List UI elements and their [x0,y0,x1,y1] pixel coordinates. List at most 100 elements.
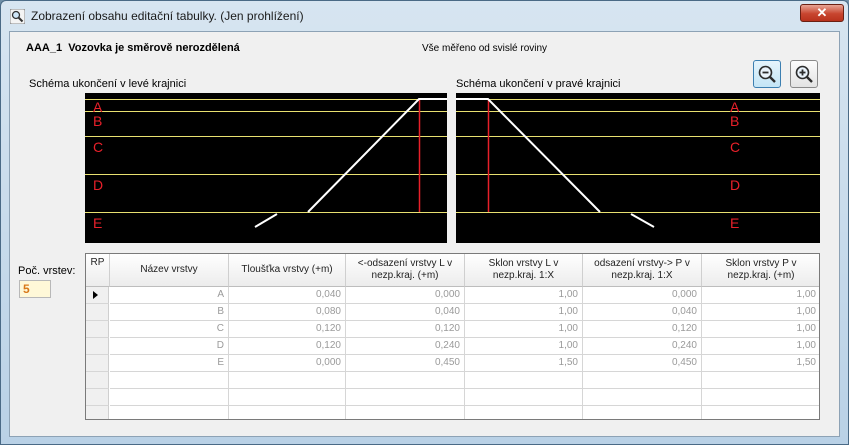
slope-line [456,98,601,213]
table-cell[interactable]: 0,120 [346,321,465,338]
column-header-offset-right[interactable]: odsazení vrstvy-> P v nezp.kraj. 1:X [583,254,702,287]
empty-cell[interactable] [465,406,583,419]
slope-line-lower [630,213,655,228]
zoom-in-button[interactable] [790,60,818,88]
table-cell[interactable]: 0,120 [229,321,346,338]
layer-count-field[interactable]: 5 [19,280,51,298]
table-cell[interactable]: E [110,355,229,372]
table-cell[interactable]: 1,00 [702,304,819,321]
layer-letter-e: E [730,215,740,231]
column-header-slope-left[interactable]: Sklon vrstvy L v nezp.kraj. 1:X [465,254,583,287]
measurement-note: Vše měřeno od svislé roviny [422,43,548,54]
layer-letter-a: A [730,99,740,115]
dialog-window: Zobrazení obsahu editační tabulky. (Jen … [0,0,849,445]
table-cell[interactable]: 0,080 [229,304,346,321]
title-bar[interactable]: Zobrazení obsahu editační tabulky. (Jen … [1,1,848,30]
current-row-arrow-icon [93,291,98,299]
empty-cell[interactable] [229,406,346,419]
empty-cell[interactable] [583,372,702,389]
table-cell[interactable]: 0,120 [583,321,702,338]
left-schema-label: Schéma ukončení v levé krajnici [29,78,187,90]
empty-cell[interactable] [110,406,229,419]
table-cell[interactable]: 0,040 [346,304,465,321]
column-header-offset-left[interactable]: <-odsazení vrstvy L v nezp.kraj. (+m) [346,254,465,287]
row-header[interactable] [86,287,109,304]
row-header[interactable] [86,338,109,355]
column-header-name[interactable]: Název vrstvy [110,254,229,287]
magnifier-icon [10,9,25,24]
zoom-out-icon [758,65,776,83]
zoom-out-button[interactable] [753,60,781,88]
table-cell[interactable]: 0,450 [583,355,702,372]
table-heading: AAA_1 Vozovka je směrově nerozdělená [26,42,240,54]
table-cell[interactable]: 0,000 [229,355,346,372]
row-header[interactable] [86,355,109,372]
row-header[interactable] [86,304,109,321]
table-cell[interactable]: 1,50 [702,355,819,372]
empty-cell[interactable] [346,389,465,406]
layer-letter-c: C [730,139,741,155]
empty-cell[interactable] [346,372,465,389]
table-cell[interactable]: 1,00 [702,321,819,338]
right-schema-label: Schéma ukončení v pravé krajnici [456,78,621,90]
empty-cell[interactable] [229,389,346,406]
layer-letter-b: B [93,113,103,129]
empty-cell[interactable] [583,389,702,406]
empty-cell[interactable] [702,389,819,406]
left-schema-canvas: A B C D E [85,93,447,243]
layer-letter-d: D [93,177,104,193]
table-cell[interactable]: 0,240 [583,338,702,355]
right-schema-canvas: A B C D E [456,93,820,243]
window-title: Zobrazení obsahu editační tabulky. (Jen … [31,9,304,23]
dialog-body: AAA_1 Vozovka je směrově nerozdělená Vše… [9,31,840,437]
table-cell[interactable]: 1,00 [465,304,583,321]
column-header-slope-right[interactable]: Sklon vrstvy P v nezp.kraj. (+m) [702,254,819,287]
close-button[interactable]: ✕ [800,4,844,22]
empty-cell[interactable] [229,372,346,389]
table-cell[interactable]: 1,00 [465,321,583,338]
table-cell[interactable]: 0,040 [229,287,346,304]
slope-line-lower [254,213,278,228]
table-code: AAA_1 [26,42,63,54]
close-icon: ✕ [816,5,828,20]
table-cell[interactable]: 0,040 [583,304,702,321]
rp-header[interactable]: RP [86,254,110,287]
table-cell[interactable]: A [110,287,229,304]
layer-letter-d: D [730,177,741,193]
layers-grid[interactable]: RP Název vrstvy Tloušťka vrstvy (+m) <-o… [85,253,820,420]
empty-cell[interactable] [465,389,583,406]
empty-cell[interactable] [110,372,229,389]
empty-cell[interactable] [110,389,229,406]
empty-cell[interactable] [583,406,702,419]
layer-letter-c: C [93,139,104,155]
row-header[interactable] [86,389,109,406]
empty-cell[interactable] [465,372,583,389]
table-cell[interactable]: C [110,321,229,338]
empty-cell[interactable] [346,406,465,419]
table-description: Vozovka je směrově nerozdělená [68,42,240,54]
table-cell[interactable]: 1,00 [702,338,819,355]
table-cell[interactable]: 1,00 [465,287,583,304]
layer-letter-b: B [730,113,740,129]
table-cell[interactable]: 0,000 [346,287,465,304]
table-cell[interactable]: 0,240 [346,338,465,355]
row-header[interactable] [86,372,109,389]
empty-cell[interactable] [702,372,819,389]
table-cell[interactable]: 0,120 [229,338,346,355]
table-cell[interactable]: B [110,304,229,321]
row-header[interactable] [86,321,109,338]
layer-letter-e: E [93,215,103,231]
empty-cell[interactable] [702,406,819,419]
table-cell[interactable]: 0,450 [346,355,465,372]
column-header-thickness[interactable]: Tloušťka vrstvy (+m) [229,254,346,287]
zoom-in-icon [795,65,813,83]
row-header[interactable] [86,406,109,419]
layer-count-label: Poč. vrstev: [18,265,76,277]
table-cell[interactable]: D [110,338,229,355]
slope-line [307,98,447,213]
table-cell[interactable]: 0,000 [583,287,702,304]
table-cell[interactable]: 1,00 [702,287,819,304]
table-cell[interactable]: 1,50 [465,355,583,372]
table-cell[interactable]: 1,00 [465,338,583,355]
layer-letter-a: A [93,99,103,115]
